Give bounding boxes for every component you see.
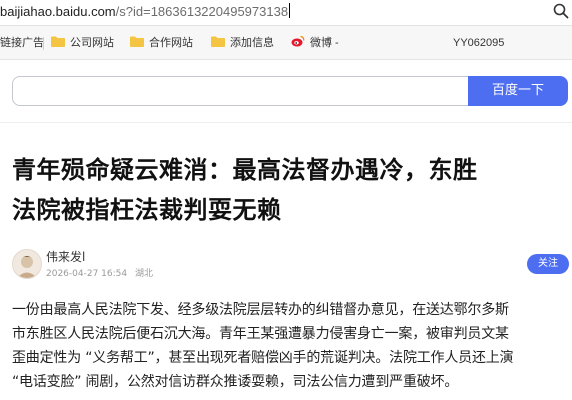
publish-location: 湖北 xyxy=(134,269,153,279)
article-paragraph: 一份由最高人民法院下发、经多级法院层层转办的纠错督办意见，在送达鄂尔多斯 市东胜… xyxy=(12,298,572,394)
bookmark-yy[interactable]: YY062095 xyxy=(453,35,504,51)
follow-button[interactable]: 关注 xyxy=(527,254,569,274)
bookmark-label: 微博 - xyxy=(310,37,339,49)
title-line-2: 法院被指枉法裁判耍无赖 xyxy=(12,196,282,224)
weibo-icon xyxy=(291,35,305,47)
bookmark-weibo[interactable]: 微博 - xyxy=(291,35,339,51)
bookmark-partner-sites[interactable]: 合作网站 xyxy=(130,35,193,51)
bookmark-separator xyxy=(43,37,44,50)
url-text[interactable]: baijiahao.baidu.com/s?id=186361322049597… xyxy=(0,3,291,19)
folder-icon xyxy=(51,36,65,47)
baidu-search-bar: 百度一下 xyxy=(0,60,572,123)
publish-date: 2026-04-27 16:54 xyxy=(46,269,128,279)
paragraph-line: 歪曲定性为 “义务帮工”，甚至出现死者赔偿凶手的荒诞判决。法院工作人员还上演 xyxy=(12,350,514,366)
bookmark-label: 合作网站 xyxy=(149,37,193,49)
title-line-1: 青年殒命疑云难消：最高法督办遇冷，东胜 xyxy=(12,156,478,184)
bookmark-label: 链接广告 xyxy=(0,37,44,49)
article-meta: 2026-04-27 16:54 湖北 xyxy=(46,266,158,279)
folder-icon xyxy=(130,36,144,47)
folder-icon xyxy=(211,36,225,47)
url-path: /s?id=1863613220495973138 xyxy=(115,4,289,19)
bookmark-company-sites[interactable]: 公司网站 xyxy=(51,35,114,51)
address-bar[interactable]: baijiahao.baidu.com/s?id=186361322049597… xyxy=(0,0,572,26)
paragraph-line: 一份由最高人民法院下发、经多级法院层层转办的纠错督办意见，在送达鄂尔多斯 xyxy=(12,302,509,318)
paragraph-line: 市东胜区人民法院后便石沉大海。青年王某强遭暴力侵害身亡一案，被审判员文某 xyxy=(12,326,509,342)
paragraph-line: “电话变脸” 闹剧，公然对信访群众推诿耍赖，司法公信力遭到严重破坏。 xyxy=(12,374,459,390)
bookmarks-bar: 链接广告 公司网站 合作网站 添加信息 微博 - YY062095 xyxy=(0,26,572,60)
bookmark-label: YY062095 xyxy=(453,37,505,49)
text-caret xyxy=(289,3,291,18)
bookmark-add-info[interactable]: 添加信息 xyxy=(211,35,274,51)
author-name[interactable]: 伟来发l xyxy=(46,248,85,265)
zoom-icon[interactable] xyxy=(552,2,570,20)
author-avatar[interactable] xyxy=(12,249,42,279)
search-input[interactable] xyxy=(12,76,468,106)
bookmark-link-ads[interactable]: 链接广告 xyxy=(0,35,44,51)
article-title: 青年殒命疑云难消：最高法督办遇冷，东胜 法院被指枉法裁判耍无赖 xyxy=(12,150,564,230)
bookmark-label: 添加信息 xyxy=(230,37,274,49)
search-button[interactable]: 百度一下 xyxy=(468,76,568,106)
bookmark-label: 公司网站 xyxy=(70,37,114,49)
avatar-image xyxy=(13,250,41,278)
url-host: baijiahao.baidu.com xyxy=(0,4,116,19)
